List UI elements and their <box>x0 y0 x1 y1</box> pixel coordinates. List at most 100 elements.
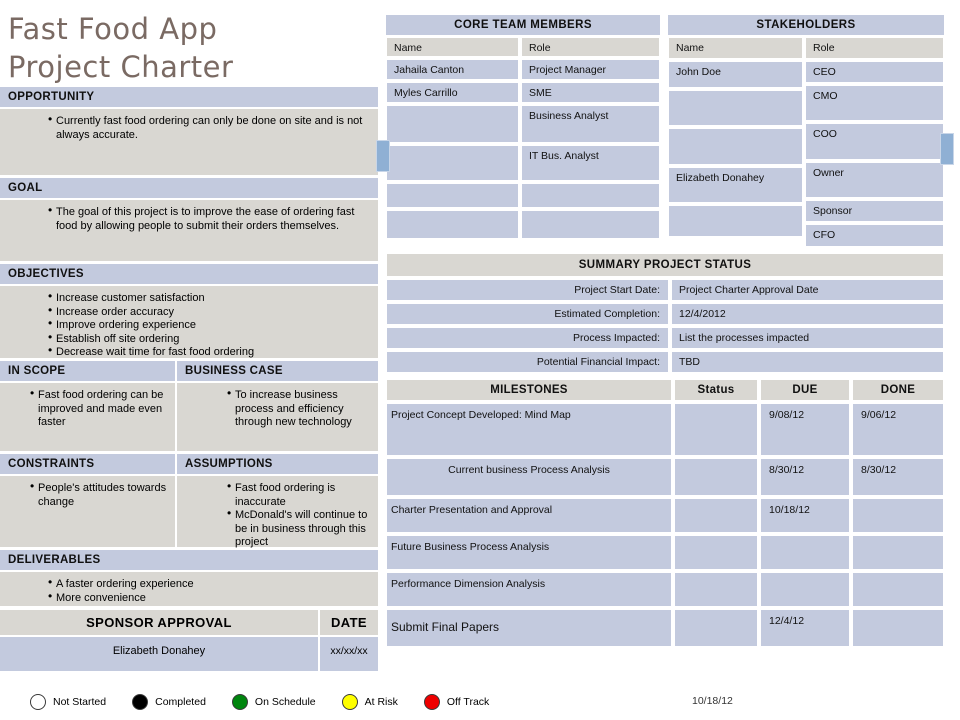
scrollbar-handle-left[interactable] <box>376 140 390 172</box>
column-header-role: Role <box>520 36 661 58</box>
status-dot-completed-icon <box>132 694 149 710</box>
table-cell <box>385 209 520 240</box>
list-item: To increase business process and efficie… <box>227 387 370 430</box>
left-column: Fast Food App Project Charter OPPORTUNIT… <box>0 0 378 690</box>
table-row: Charter Presentation and Approval 10/18/… <box>385 497 945 534</box>
row-value: Project Charter Approval Date <box>670 278 945 302</box>
section-body-assumptions: Fast food ordering is inaccurate McDonal… <box>175 474 378 549</box>
section-body-goal: The goal of this project is to improve t… <box>0 198 378 263</box>
milestone-name: Project Concept Developed: Mind Map <box>385 402 673 457</box>
list-item: Fast food ordering is inaccurate <box>227 480 370 509</box>
row-label: Estimated Completion: <box>385 302 670 326</box>
table-cell <box>385 182 520 209</box>
table-row: Estimated Completion: 12/4/2012 <box>385 302 945 326</box>
teams-row: CORE TEAM MEMBERS Name Jahaila Canton My… <box>385 14 945 248</box>
legend-item-not-started: Not Started <box>30 694 106 710</box>
table-cell: COO <box>804 122 945 161</box>
section-body-objectives: Increase customer satisfaction Increase … <box>0 284 378 360</box>
table-cell <box>520 209 661 240</box>
table-row: Potential Financial Impact: TBD <box>385 350 945 374</box>
milestone-done: 8/30/12 <box>851 457 945 497</box>
list-item: Improve ordering experience <box>48 317 368 333</box>
legend-label: Not Started <box>53 696 107 708</box>
status-dot-on-schedule-icon <box>231 694 248 710</box>
milestone-status <box>673 497 759 534</box>
table-cell: Project Manager <box>520 58 661 81</box>
section-header-opportunity: OPPORTUNITY <box>0 86 378 107</box>
sponsor-date-label: DATE <box>318 610 378 635</box>
milestone-status <box>673 402 759 457</box>
section-header-business-case: BUSINESS CASE <box>175 360 378 381</box>
row-label: Project Start Date: <box>385 278 670 302</box>
milestone-due: 12/4/12 <box>759 608 851 648</box>
legend-label: Completed <box>155 696 206 708</box>
table-cell: IT Bus. Analyst <box>520 144 661 182</box>
scope-case-body-row: Fast food ordering can be improved and m… <box>0 381 378 453</box>
column-header-role: Role <box>804 36 945 60</box>
section-body-business-case: To increase business process and efficie… <box>175 381 378 453</box>
core-team-role-column: Role Project Manager SME Business Analys… <box>520 36 661 240</box>
date-stamp: 10/18/12 <box>692 695 733 707</box>
milestone-due <box>759 571 851 608</box>
table-row: Current business Process Analysis 8/30/1… <box>385 457 945 497</box>
list-item: More convenience <box>48 590 368 606</box>
section-header-deliverables: DELIVERABLES <box>0 549 378 570</box>
milestone-name: Performance Dimension Analysis <box>385 571 673 608</box>
column-header-name: Name <box>667 36 804 60</box>
constraints-assumptions-body-row: People's attitudes towards change Fast f… <box>0 474 378 549</box>
table-cell: Sponsor <box>804 199 945 223</box>
legend-item-at-risk: At Risk <box>341 694 398 710</box>
section-body-in-scope: Fast food ordering can be improved and m… <box>0 381 175 453</box>
sponsor-approval-row: Elizabeth Donahey xx/xx/xx <box>0 637 378 673</box>
list-item: Currently fast food ordering can only be… <box>48 113 368 142</box>
row-label: Process Impacted: <box>385 326 670 350</box>
list-item: Increase customer satisfaction <box>48 290 368 306</box>
row-label: Potential Financial Impact: <box>385 350 670 374</box>
status-dot-not-started-icon <box>30 694 46 710</box>
scrollbar-handle-right[interactable] <box>940 133 954 165</box>
column-header-due: DUE <box>759 378 851 402</box>
table-cell: SME <box>520 81 661 104</box>
list-item: The goal of this project is to improve t… <box>48 204 368 233</box>
table-cell: John Doe <box>667 60 804 89</box>
milestone-name: Charter Presentation and Approval <box>385 497 673 534</box>
legend-item-on-schedule: On Schedule <box>231 694 316 710</box>
section-header-constraints: CONSTRAINTS <box>0 453 175 474</box>
table-row: Performance Dimension Analysis <box>385 571 945 608</box>
column-header-status: Status <box>673 378 759 402</box>
core-team-name-column: Name Jahaila Canton Myles Carrillo <box>385 36 520 240</box>
table-row: Project Concept Developed: Mind Map 9/08… <box>385 402 945 457</box>
list-item: Fast food ordering can be improved and m… <box>30 387 167 430</box>
milestone-done <box>851 534 945 571</box>
milestone-due: 10/18/12 <box>759 497 851 534</box>
sponsor-date-value: xx/xx/xx <box>318 637 378 671</box>
milestone-status <box>673 608 759 648</box>
milestone-done: 9/06/12 <box>851 402 945 457</box>
status-dot-off-track-icon <box>423 694 440 710</box>
milestone-due <box>759 534 851 571</box>
table-cell: CMO <box>804 84 945 122</box>
section-body-constraints: People's attitudes towards change <box>0 474 175 549</box>
table-cell <box>520 182 661 209</box>
summary-project-status-title: SUMMARY PROJECT STATUS <box>385 252 945 278</box>
status-dot-at-risk-icon <box>341 694 358 710</box>
legend-item-completed: Completed <box>132 694 206 710</box>
table-row: Future Business Process Analysis <box>385 534 945 571</box>
row-value: 12/4/2012 <box>670 302 945 326</box>
milestone-name: Current business Process Analysis <box>385 457 673 497</box>
list-item: Establish off site ordering <box>48 331 368 347</box>
table-cell <box>667 89 804 127</box>
legend-label: At Risk <box>364 696 398 708</box>
table-cell <box>667 204 804 238</box>
summary-project-status-table: SUMMARY PROJECT STATUS Project Start Dat… <box>385 252 945 374</box>
section-body-opportunity: Currently fast food ordering can only be… <box>0 107 378 177</box>
milestones-header-row: MILESTONES Status DUE DONE <box>385 378 945 402</box>
milestone-name: Future Business Process Analysis <box>385 534 673 571</box>
stakeholders-role-column: Role CEO CMO COO Owner Sponsor CFO <box>804 36 945 248</box>
table-cell <box>385 144 520 182</box>
list-item: Increase order accuracy <box>48 304 368 320</box>
table-cell: Jahaila Canton <box>385 58 520 81</box>
table-cell <box>385 104 520 144</box>
milestone-status <box>673 571 759 608</box>
sponsor-name-value: Elizabeth Donahey <box>112 645 206 657</box>
